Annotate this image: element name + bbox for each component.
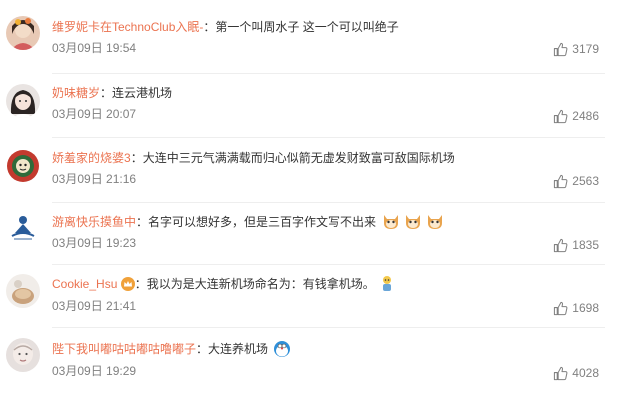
username-link[interactable]: 游离快乐摸鱼中: [52, 215, 136, 229]
username-link[interactable]: 奶味糖岁: [52, 86, 100, 100]
like-count: 2486: [572, 109, 599, 123]
comment-text: 第一个叫周水子 这一个可以叫绝子: [215, 20, 399, 34]
like-button[interactable]: 2563: [553, 173, 599, 189]
comment-item: 维罗妮卡在TechnoClub入眠-：第一个叫周水子 这一个可以叫绝子 03月0…: [0, 16, 619, 74]
comment-item: Cookie_Hsu ：我以为是大连新机场命名为：有钱拿机场。 03月09日 2…: [0, 270, 619, 328]
divider: [52, 327, 605, 328]
thumbs-up-icon: [554, 109, 568, 123]
comment-text: 大连中三元气满满载而归心似箭无虚发财致富可敌国际机场: [142, 151, 455, 165]
thumbs-up-icon: [554, 174, 568, 188]
comment-time: 03月09日 19:54: [52, 41, 137, 55]
comment-line: Cookie_Hsu ：我以为是大连新机场命名为：有钱拿机场。: [52, 275, 394, 298]
like-button[interactable]: 2486: [553, 108, 599, 124]
cat-face-emoji: [403, 211, 423, 236]
comment-text: 我以为是大连新机场命名为：有钱拿机场。: [146, 277, 375, 291]
comment-item: 陛下我叫嘟咕咕嘟咕噜嘟子：大连养机场 03月09日 19:29 4028: [0, 334, 619, 392]
separator: ：: [203, 20, 216, 34]
comment-time: 03月09日 21:16: [52, 172, 137, 186]
comment-item: 娇羞家的烧婆3：大连中三元气满满载而归心似箭无虚发财致富可敌国际机场 03月09…: [0, 145, 619, 203]
comment-text: 名字可以想好多，但是三百字作文写不出来: [148, 215, 377, 229]
username-link[interactable]: 娇羞家的烧婆3: [52, 151, 131, 165]
like-button[interactable]: 3179: [553, 41, 599, 57]
divider: [52, 73, 605, 74]
like-count: 1835: [572, 238, 599, 252]
thumbs-up-icon: [554, 238, 568, 252]
like-button[interactable]: 1698: [553, 300, 599, 316]
doraemon-emoji: [273, 340, 291, 363]
vip-crown-icon: [120, 277, 135, 296]
avatar[interactable]: [6, 84, 40, 118]
like-count: 3179: [572, 42, 599, 56]
divider: [52, 264, 605, 265]
like-button[interactable]: 1835: [553, 237, 599, 253]
comment-time: 03月09日 20:07: [52, 107, 137, 121]
divider: [52, 137, 605, 138]
username-link[interactable]: Cookie_Hsu: [52, 277, 117, 291]
avatar[interactable]: [6, 149, 40, 183]
like-count: 1698: [572, 301, 599, 315]
divider: [52, 202, 605, 203]
comment-time: 03月09日 19:29: [52, 364, 137, 378]
thumbs-up-icon: [554, 366, 568, 380]
avatar[interactable]: [6, 274, 40, 308]
cat-face-emoji: [381, 211, 401, 236]
separator: ：: [196, 342, 209, 356]
thumbs-up-icon: [554, 42, 568, 56]
avatar[interactable]: [6, 338, 40, 372]
comment-line: 奶味糖岁：连云港机场: [52, 84, 172, 102]
cat-face-emoji: [425, 211, 445, 236]
comment-text: 连云港机场: [112, 86, 173, 100]
username-link[interactable]: 陛下我叫嘟咕咕嘟咕噜嘟子: [52, 342, 196, 356]
separator: ：: [136, 215, 149, 229]
separator: ：: [134, 277, 147, 291]
little-person-emoji: [380, 275, 394, 298]
like-button[interactable]: 4028: [553, 365, 599, 381]
comment-text: 大连养机场: [208, 342, 269, 356]
separator: ：: [100, 86, 113, 100]
username-link[interactable]: 维罗妮卡在TechnoClub入眠-: [52, 20, 203, 34]
like-count: 4028: [572, 366, 599, 380]
comment-line: 娇羞家的烧婆3：大连中三元气满满载而归心似箭无虚发财致富可敌国际机场: [52, 149, 455, 167]
comment-line: 维罗妮卡在TechnoClub入眠-：第一个叫周水子 这一个可以叫绝子: [52, 18, 399, 36]
comment-time: 03月09日 19:23: [52, 236, 137, 250]
thumbs-up-icon: [554, 301, 568, 315]
comment-line: 陛下我叫嘟咕咕嘟咕噜嘟子：大连养机场: [52, 340, 291, 363]
comment-item: 游离快乐摸鱼中：名字可以想好多，但是三百字作文写不出来 03月09日 19:23…: [0, 207, 619, 265]
comment-time: 03月09日 21:41: [52, 299, 137, 313]
comment-line: 游离快乐摸鱼中：名字可以想好多，但是三百字作文写不出来: [52, 211, 445, 236]
comment-item: 奶味糖岁：连云港机场 03月09日 20:07 2486: [0, 80, 619, 138]
like-count: 2563: [572, 174, 599, 188]
separator: ：: [130, 151, 143, 165]
avatar[interactable]: [6, 211, 40, 245]
avatar[interactable]: [6, 16, 40, 50]
